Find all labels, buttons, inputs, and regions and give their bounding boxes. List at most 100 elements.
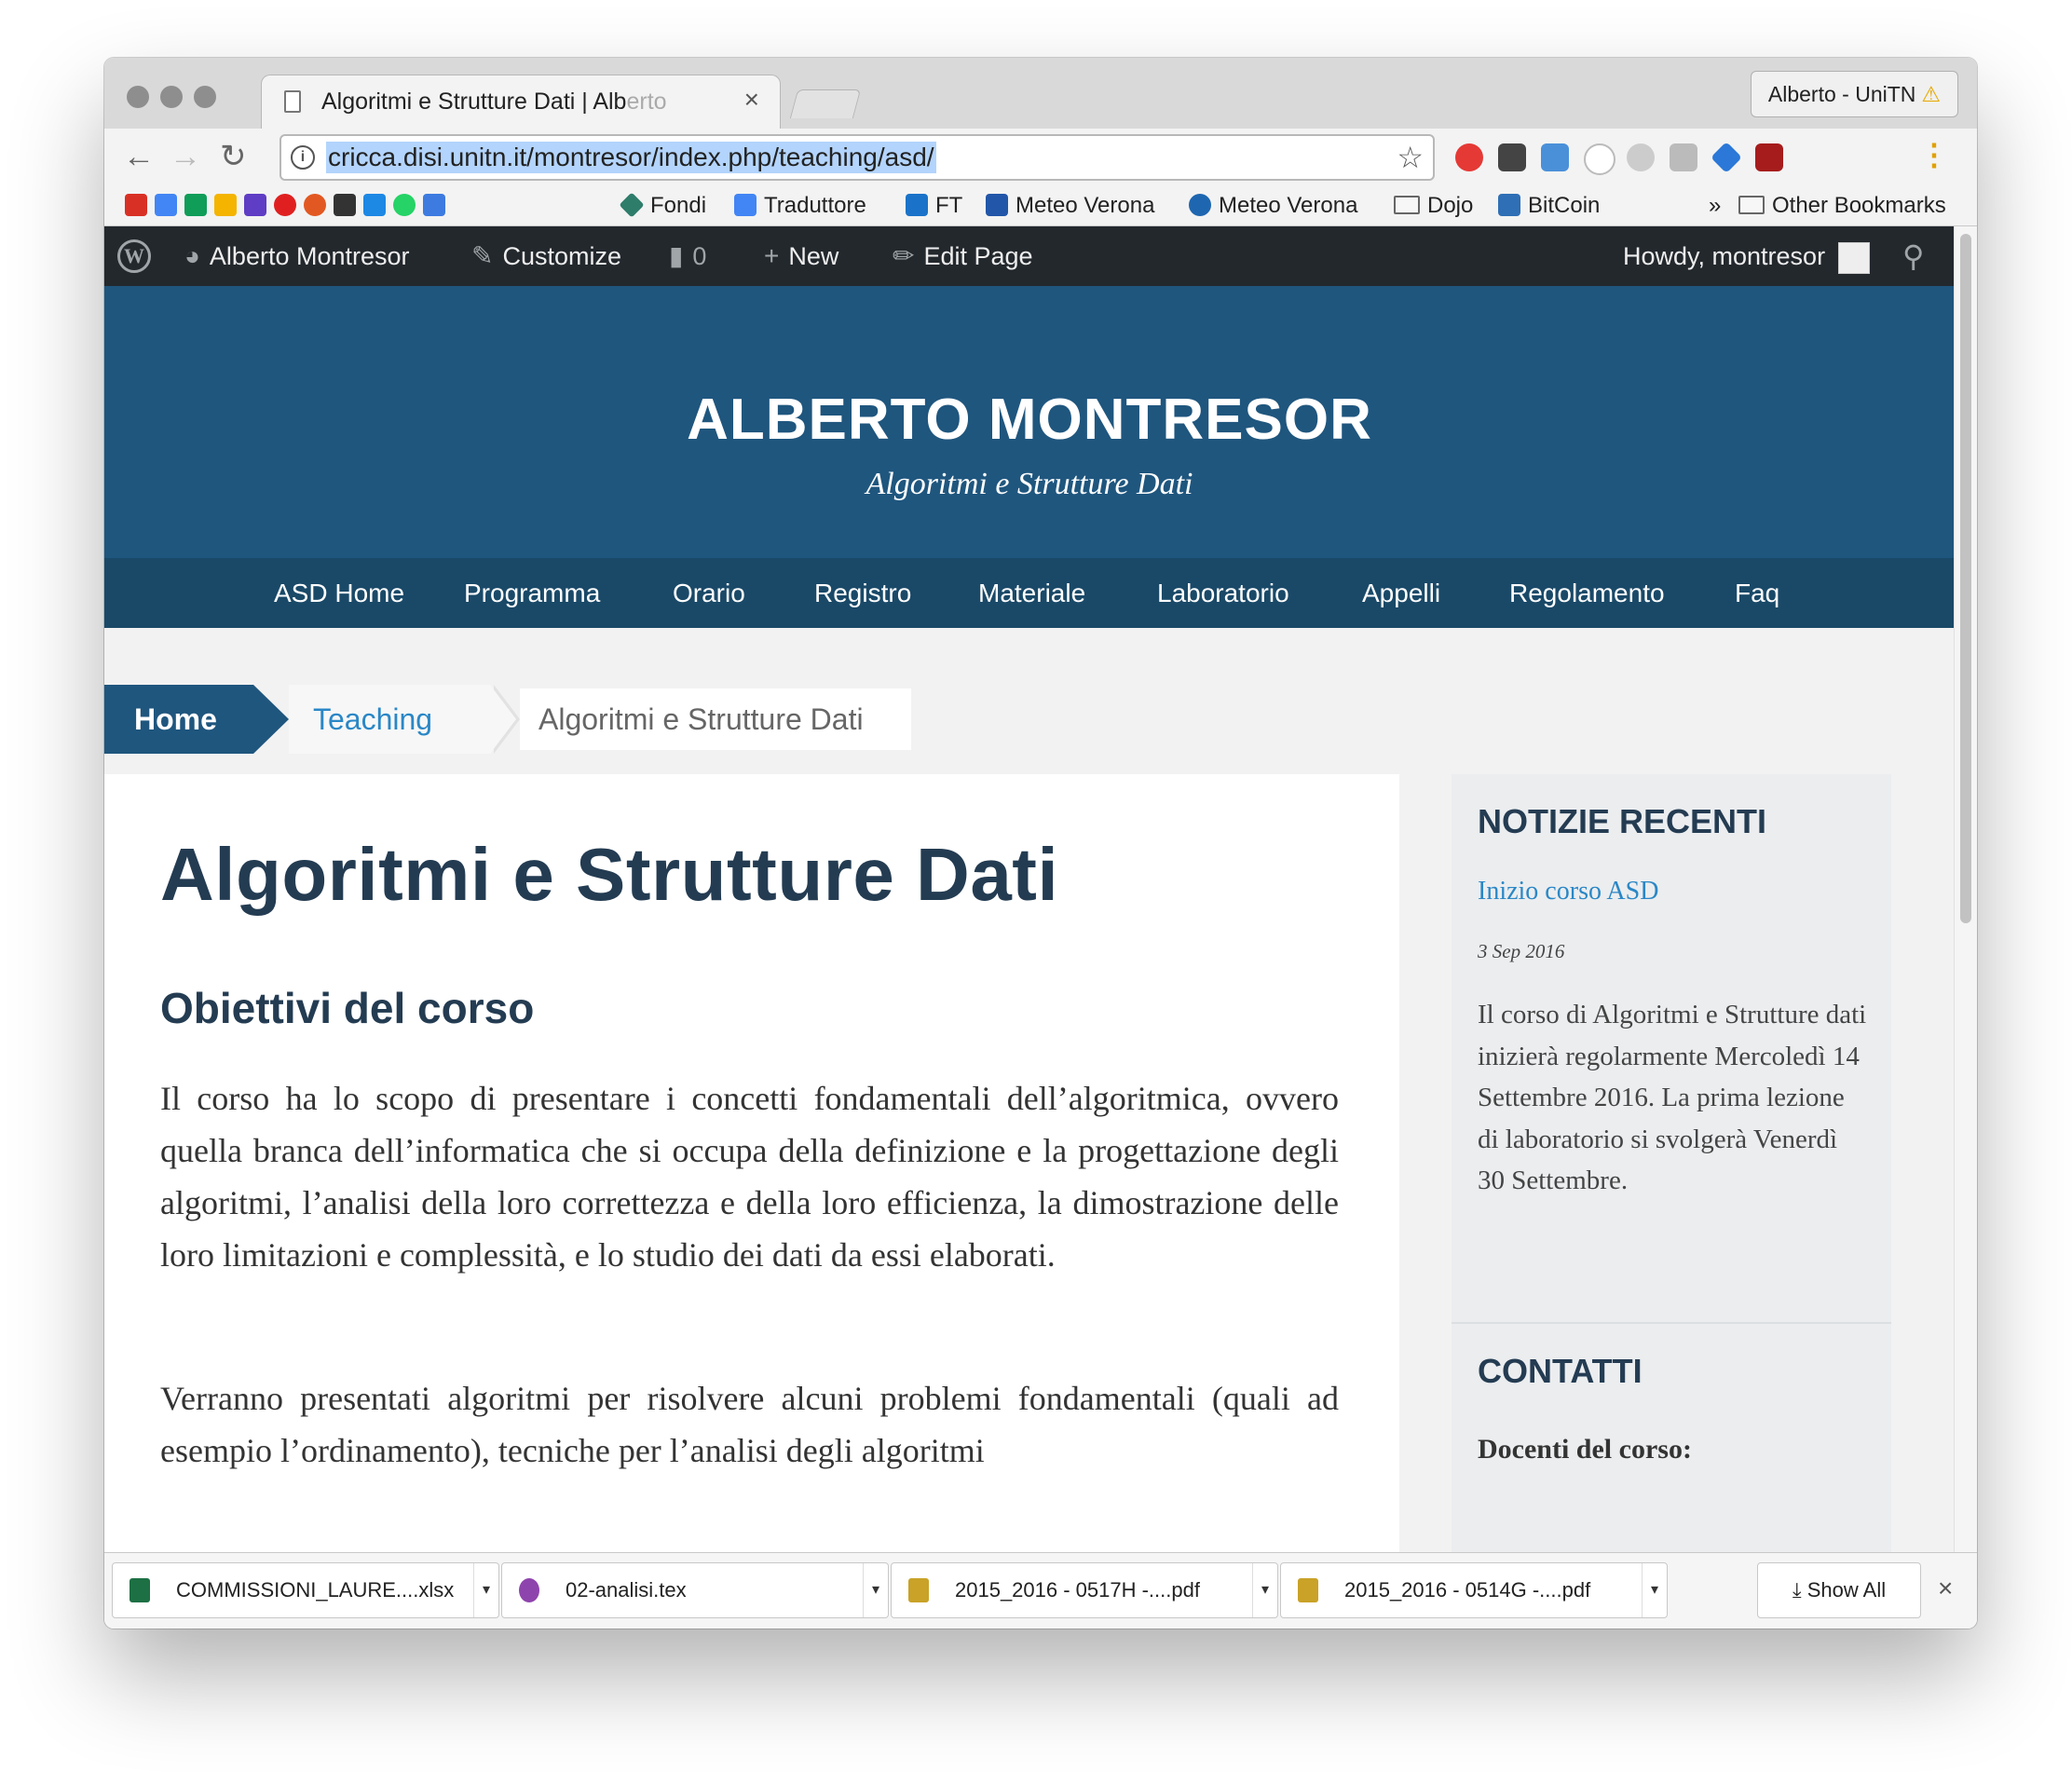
close-download-bar-icon[interactable]: × <box>1938 1574 1953 1603</box>
address-bar[interactable]: i cricca.disi.unitn.it/montresor/index.p… <box>279 134 1435 181</box>
brush-icon: ✎ <box>471 241 494 270</box>
admin-howdy[interactable]: Howdy, montresor <box>1623 226 1871 286</box>
meteo-icon <box>986 194 1008 216</box>
download-item[interactable]: 2015_2016 - 0514G -....pdf ▾ <box>1280 1562 1668 1618</box>
widget-title-contacts: CONTATTI <box>1478 1352 1643 1390</box>
extension-icon-5[interactable] <box>1627 143 1655 171</box>
bookmark-dojo[interactable]: Dojo <box>1394 192 1473 220</box>
news-excerpt: Il corso di Algoritmi e Strutture dati i… <box>1478 1000 1867 1195</box>
breadcrumb-teaching[interactable]: Teaching <box>289 685 490 754</box>
admin-new[interactable]: + New <box>764 226 838 286</box>
opera-extension-icon[interactable] <box>1455 143 1483 171</box>
other-bookmarks[interactable]: Other Bookmarks <box>1738 192 1946 220</box>
nav-orario[interactable]: Orario <box>673 558 745 628</box>
site-info-icon[interactable]: i <box>291 145 315 170</box>
chevron-down-icon[interactable]: ▾ <box>1642 1563 1667 1617</box>
nav-regolamento[interactable]: Regolamento <box>1509 558 1665 628</box>
drive-extension-icon[interactable] <box>1670 143 1697 171</box>
page-title: Algoritmi e Strutture Dati <box>160 833 1059 916</box>
fondi-icon <box>619 192 645 218</box>
folder-icon <box>1394 196 1420 214</box>
compass-icon <box>1189 194 1211 216</box>
bookmark-star-icon[interactable]: ☆ <box>1397 140 1424 175</box>
bookmarks-bar: Fondi Traduttore FT Meteo Verona Meteo V… <box>104 186 1977 226</box>
zoom-window-button[interactable] <box>194 86 216 108</box>
nav-faq[interactable]: Faq <box>1735 558 1779 628</box>
download-item[interactable]: 02-analisi.tex ▾ <box>501 1562 889 1618</box>
paragraph-objectives: Il corso ha lo scopo di presentare i con… <box>160 1080 1339 1274</box>
close-window-button[interactable] <box>127 86 149 108</box>
profile-button[interactable]: Alberto - UniTN ⚠ <box>1750 71 1958 117</box>
download-item[interactable]: 2015_2016 - 0517H -....pdf ▾ <box>891 1562 1278 1618</box>
nav-asd-home[interactable]: ASD Home <box>274 558 404 628</box>
main-navigation: ASD Home Programma Orario Registro Mater… <box>104 558 1955 628</box>
new-tab-button[interactable] <box>789 89 862 118</box>
back-button[interactable]: ← <box>123 136 155 177</box>
folder-icon <box>1738 196 1765 214</box>
bookmark-meteo-verona-2[interactable]: Meteo Verona <box>1189 192 1357 220</box>
chevron-down-icon[interactable]: ▾ <box>1252 1563 1277 1617</box>
bookmark-red-icon[interactable] <box>274 194 296 216</box>
whatsapp-icon[interactable] <box>393 194 416 216</box>
browser-menu-icon[interactable]: ⋮ <box>1919 136 1949 173</box>
bookmarks-overflow-button[interactable]: » <box>1709 192 1721 220</box>
w-icon[interactable] <box>334 194 356 216</box>
admin-site-name[interactable]: ◕ Alberto Montresor <box>184 226 410 286</box>
paragraph-algorithms: Verranno presentati algoritmi per risolv… <box>160 1380 1339 1469</box>
forms-icon[interactable] <box>244 194 266 216</box>
breadcrumb-home[interactable]: Home <box>104 685 253 754</box>
pdf-file-icon <box>1298 1578 1318 1602</box>
forward-button[interactable]: → <box>170 136 201 177</box>
extension-icon-4[interactable] <box>1584 143 1615 175</box>
docs-icon[interactable] <box>155 194 177 216</box>
ublock-icon[interactable] <box>1755 143 1783 171</box>
scrollbar-thumb[interactable] <box>1960 234 1971 923</box>
bookmark-bitcoin[interactable]: BitCoin <box>1498 192 1600 220</box>
bookmark-ft[interactable]: FT <box>906 192 962 220</box>
divider <box>1452 1322 1891 1324</box>
url-text[interactable]: cricca.disi.unitn.it/montresor/index.php… <box>326 142 936 173</box>
nav-materiale[interactable]: Materiale <box>978 558 1085 628</box>
site-title[interactable]: ALBERTO MONTRESOR <box>104 387 1955 453</box>
tab-active[interactable]: Algoritmi e Strutture Dati | Alberto × <box>261 75 781 133</box>
chevron-down-icon[interactable]: ▾ <box>473 1563 498 1617</box>
nav-appelli[interactable]: Appelli <box>1362 558 1440 628</box>
breadcrumb-arrow <box>490 685 516 754</box>
admin-edit-page[interactable]: ✏ Edit Page <box>893 226 1033 286</box>
blue-square-icon[interactable] <box>363 194 386 216</box>
reload-button[interactable]: ↻ <box>220 136 247 177</box>
breadcrumb-current: Algoritmi e Strutture Dati <box>520 688 911 750</box>
show-all-downloads-button[interactable]: ⤓ Show All <box>1757 1562 1921 1618</box>
tomato-icon[interactable] <box>304 194 326 216</box>
ft-icon <box>906 194 928 216</box>
extension-icon-3[interactable] <box>1541 143 1569 171</box>
widget-title-news: NOTIZIE RECENTI <box>1478 802 1767 840</box>
download-item[interactable]: COMMISSIONI_LAURE....xlsx ▾ <box>112 1562 499 1618</box>
dashboard-icon: ◕ <box>184 241 200 270</box>
nav-laboratorio[interactable]: Laboratorio <box>1157 558 1289 628</box>
sheets-icon[interactable] <box>184 194 207 216</box>
extension-icon-2[interactable] <box>1498 143 1526 171</box>
page-scrollbar[interactable] <box>1954 226 1977 1610</box>
search-icon[interactable]: ⚲ <box>1902 226 1924 286</box>
chevron-down-icon[interactable]: ▾ <box>863 1563 888 1617</box>
main-content: Algoritmi e Strutture Dati Obiettivi del… <box>104 774 1399 1610</box>
nav-programma[interactable]: Programma <box>464 558 600 628</box>
page-viewport: W ◕ Alberto Montresor ✎ Customize ▮ 0 + New … <box>104 226 1955 1610</box>
gmail-icon[interactable] <box>125 194 147 216</box>
excel-file-icon <box>130 1578 150 1602</box>
news-link[interactable]: Inizio corso ASD <box>1478 877 1658 906</box>
admin-customize[interactable]: ✎ Customize <box>471 226 621 286</box>
wordpress-logo-icon[interactable]: W <box>117 239 151 273</box>
drive-icon[interactable] <box>214 194 237 216</box>
tab-close-icon[interactable]: × <box>744 85 759 115</box>
admin-comments[interactable]: ▮ 0 <box>669 226 706 286</box>
nav-registro[interactable]: Registro <box>814 558 911 628</box>
google-extension-icon[interactable] <box>423 194 445 216</box>
download-bar: COMMISSIONI_LAURE....xlsx ▾ 02-analisi.t… <box>104 1552 1977 1629</box>
bookmark-meteo-verona-1[interactable]: Meteo Verona <box>986 192 1154 220</box>
bookmark-traduttore[interactable]: Traduttore <box>734 192 866 220</box>
bookmark-fondi[interactable]: Fondi <box>619 192 706 220</box>
minimize-window-button[interactable] <box>160 86 183 108</box>
extension-icon-7[interactable] <box>1711 142 1742 173</box>
